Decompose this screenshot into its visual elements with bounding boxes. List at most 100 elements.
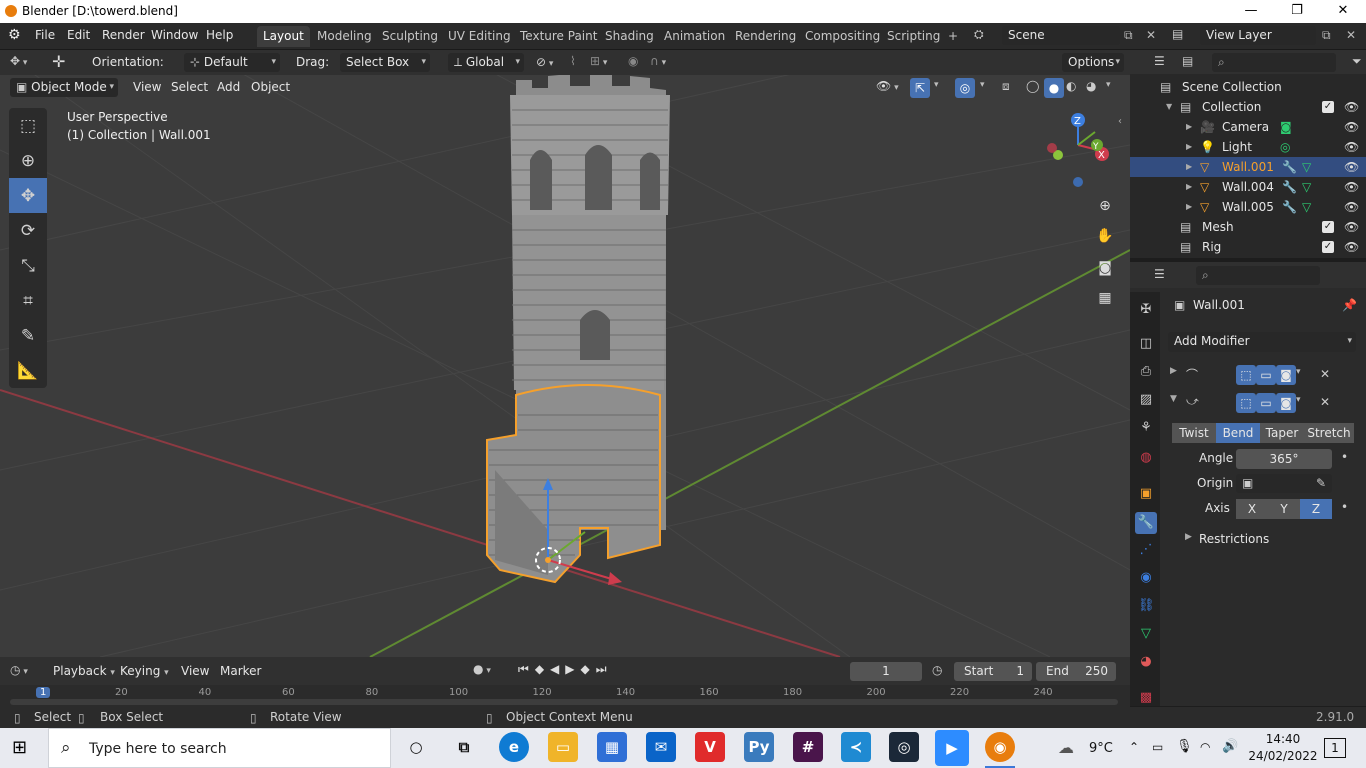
- vscode-icon[interactable]: ≺: [841, 732, 871, 762]
- visibility-eye-icon[interactable]: 👁: [1344, 237, 1359, 257]
- expand-arrow-icon[interactable]: ▶: [1186, 177, 1192, 197]
- scale-tool-icon[interactable]: ⤡: [9, 248, 47, 283]
- edge-icon[interactable]: e: [499, 732, 529, 762]
- origin-object-field[interactable]: ▣ ✎: [1236, 474, 1332, 493]
- tab-shading[interactable]: Shading: [599, 26, 660, 47]
- menu-help[interactable]: Help: [206, 28, 233, 42]
- clock-date[interactable]: 24/02/2022: [1246, 749, 1320, 763]
- outliner-row-collection[interactable]: ▼ ▤ Collection ✓ 👁: [1130, 97, 1366, 117]
- outliner-row-wall-001[interactable]: ▶ ▽ Wall.001 🔧 ▽ 👁: [1130, 157, 1366, 177]
- ortho-grid-icon[interactable]: ▦: [1093, 286, 1117, 310]
- restrictions-panel[interactable]: Restrictions: [1199, 532, 1269, 546]
- jump-start-icon[interactable]: ⏮: [518, 662, 535, 676]
- play-icon[interactable]: ▶: [565, 662, 580, 676]
- expand-arrow-icon[interactable]: ▶: [1186, 117, 1192, 137]
- windows-start-icon[interactable]: ⊞: [12, 738, 32, 758]
- prev-keyframe-icon[interactable]: ◆: [535, 662, 550, 676]
- tab-sculpting[interactable]: Sculpting: [376, 26, 444, 47]
- python-icon[interactable]: Py: [744, 732, 774, 762]
- menu-window[interactable]: Window: [151, 28, 198, 42]
- scene-name-field[interactable]: Scene: [1002, 26, 1120, 45]
- wifi-icon[interactable]: ◠: [1200, 740, 1210, 754]
- light-data-icon[interactable]: ◎: [1280, 137, 1290, 157]
- timeline-menu-view[interactable]: View: [181, 662, 209, 681]
- preview-range-icon[interactable]: ◷: [932, 663, 942, 677]
- slack-icon[interactable]: #: [793, 732, 823, 762]
- remove-modifier-icon[interactable]: ✕: [1320, 367, 1330, 381]
- view-layer-field[interactable]: View Layer: [1200, 26, 1316, 45]
- wireframe-shading-icon[interactable]: ◯: [1026, 79, 1039, 93]
- outliner-search-input[interactable]: ⌕: [1212, 53, 1336, 72]
- blender-menu-icon[interactable]: ⚙: [8, 27, 26, 45]
- camera-view-icon[interactable]: ◙: [1093, 256, 1117, 280]
- snap-icon[interactable]: ⌇: [570, 54, 576, 68]
- deform-taper-button[interactable]: Taper: [1260, 423, 1304, 443]
- end-frame-field[interactable]: End 250: [1036, 662, 1116, 681]
- modifier-wrench-icon[interactable]: 🔧: [1282, 157, 1297, 177]
- add-modifier-dropdown[interactable]: Add Modifier ▾: [1168, 332, 1356, 352]
- viewport-menu-object[interactable]: Object: [251, 78, 290, 97]
- rendered-shading-icon[interactable]: ◕: [1086, 79, 1096, 93]
- weather-temperature[interactable]: 9°C: [1089, 741, 1113, 756]
- blender-taskbar-icon[interactable]: ◉: [985, 732, 1015, 762]
- remove-view-layer-icon[interactable]: ✕: [1346, 28, 1356, 42]
- tab-uv-editing[interactable]: UV Editing: [442, 26, 517, 47]
- snap-target-icon[interactable]: ⊞ ▾: [590, 54, 607, 68]
- tab-layout[interactable]: Layout: [257, 26, 310, 47]
- expand-arrow-icon[interactable]: ▶: [1186, 157, 1192, 177]
- mail-icon[interactable]: ✉: [646, 732, 676, 762]
- zoom-app-icon[interactable]: ▶: [935, 730, 969, 766]
- battery-icon[interactable]: ▭: [1152, 740, 1163, 754]
- tab-modeling[interactable]: Modeling: [311, 26, 378, 47]
- axis-z-button[interactable]: Z: [1300, 499, 1332, 519]
- properties-editor-icon[interactable]: ☰: [1154, 267, 1165, 281]
- orientation-dropdown[interactable]: ⊹ Default ▾: [184, 53, 280, 72]
- add-workspace-button[interactable]: +: [942, 26, 964, 47]
- mesh-data-icon[interactable]: ▽: [1302, 197, 1311, 217]
- volume-icon[interactable]: 🔊: [1222, 739, 1238, 754]
- axis-keyframe-dot-icon[interactable]: •: [1341, 500, 1348, 514]
- measure-tool-icon[interactable]: 📐: [9, 353, 47, 388]
- tab-scripting[interactable]: Scripting: [881, 26, 946, 47]
- render-toggle-2-icon[interactable]: ◙: [1276, 393, 1296, 413]
- options-dropdown[interactable]: Options ▾: [1062, 53, 1124, 72]
- menu-file[interactable]: File: [35, 28, 55, 42]
- pivot-point-icon[interactable]: ⊘ ▾: [536, 55, 553, 69]
- store-icon[interactable]: ▦: [597, 732, 627, 762]
- visibility-eye-icon[interactable]: 👁: [1344, 217, 1359, 237]
- visibility-eye-icon[interactable]: 👁: [1344, 157, 1359, 177]
- edit-mode-toggle-icon[interactable]: ⬚: [1236, 365, 1256, 385]
- collapse-arrow-icon[interactable]: ▼: [1166, 97, 1172, 117]
- copy-scene-icon[interactable]: ⧉: [1124, 28, 1133, 43]
- drag-dropdown[interactable]: Select Box ▾: [340, 53, 430, 72]
- expand-arrow-icon[interactable]: ▶: [1186, 137, 1192, 157]
- timeline-editor-icon[interactable]: ◷ ▾: [10, 663, 28, 677]
- task-view-icon[interactable]: ⧉: [449, 732, 479, 762]
- clock-time[interactable]: 14:40: [1256, 732, 1310, 746]
- viewport-toggle-2-icon[interactable]: ▭: [1256, 393, 1276, 413]
- exclude-checkbox[interactable]: ✓: [1322, 241, 1334, 253]
- outliner-row-wall-005[interactable]: ▶ ▽ Wall.005 🔧 ▽ 👁: [1130, 197, 1366, 217]
- vivaldi-icon[interactable]: V: [695, 732, 725, 762]
- viewport-toggle-icon[interactable]: ▭: [1256, 365, 1276, 385]
- render-tab-icon[interactable]: ◫: [1138, 336, 1154, 352]
- exclude-checkbox[interactable]: ✓: [1322, 221, 1334, 233]
- deform-stretch-button[interactable]: Stretch: [1304, 423, 1354, 443]
- gizmo-toggle-icon[interactable]: ⇱: [910, 78, 930, 98]
- cursor-tool-icon[interactable]: ⊕: [9, 143, 47, 178]
- gizmo-dropdown-icon[interactable]: ▾: [934, 80, 939, 90]
- filter-icon[interactable]: ⏷: [1352, 54, 1362, 69]
- overlays-toggle-icon[interactable]: ◎: [955, 78, 975, 98]
- outliner-row-rig[interactable]: ▤ Rig ✓ 👁: [1130, 237, 1366, 257]
- start-frame-field[interactable]: Start 1: [954, 662, 1032, 681]
- camera-data-icon[interactable]: ◙: [1280, 117, 1292, 137]
- transform-tool-icon[interactable]: ⌗: [9, 283, 47, 318]
- solid-shading-icon[interactable]: ●: [1044, 78, 1064, 98]
- cortana-icon[interactable]: ○: [401, 732, 431, 762]
- mesh-data-icon[interactable]: ▽: [1302, 157, 1311, 177]
- tab-compositing[interactable]: Compositing: [799, 26, 886, 47]
- axis-y-button[interactable]: Y: [1268, 499, 1300, 519]
- proportional-edit-icon[interactable]: ◉: [628, 54, 638, 68]
- modifier-menu-icon[interactable]: ▾: [1296, 367, 1301, 377]
- editor-type-icon[interactable]: ✥ ▾: [10, 54, 27, 68]
